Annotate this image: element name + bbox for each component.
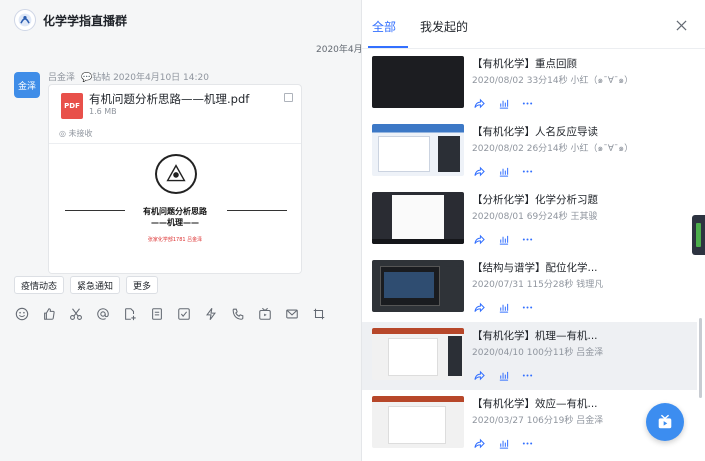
replay-item[interactable]: 【有机化学】重点回顾 2020/08/02 33分14秒 小红（๑¯∀¯๑） xyxy=(362,50,697,118)
file-status: ◎ 未接收 xyxy=(59,128,93,139)
replay-item[interactable]: 【结构与谱学】配位化学... 2020/07/31 115分28秒 钱理凡 xyxy=(362,254,697,322)
live-icon[interactable] xyxy=(257,306,272,321)
stats-icon[interactable] xyxy=(497,369,509,381)
stats-icon[interactable] xyxy=(497,165,509,177)
doc-icon[interactable] xyxy=(149,306,164,321)
preview-note: 张家化学部1781 吕金泽 xyxy=(147,237,203,243)
file-status-text: 未接收 xyxy=(68,129,93,138)
replay-actions xyxy=(473,301,533,313)
replay-thumbnail[interactable] xyxy=(372,56,464,108)
tab-underline xyxy=(368,46,408,48)
tab-initiated-by-me[interactable]: 我发起的 xyxy=(420,18,468,35)
mail-icon[interactable] xyxy=(284,306,299,321)
share-icon[interactable] xyxy=(473,97,485,109)
quick-action-urgent[interactable]: 紧急通知 xyxy=(70,276,121,294)
preview-subtitle: ——机理—— xyxy=(151,218,199,227)
replay-title[interactable]: 【有机化学】效应—有机... xyxy=(472,396,598,411)
replay-thumbnail[interactable] xyxy=(372,396,464,448)
replay-actions xyxy=(473,97,533,109)
scrollbar[interactable] xyxy=(699,318,702,398)
quick-action-more[interactable]: 更多 xyxy=(126,276,159,294)
more-icon[interactable] xyxy=(521,301,533,313)
replay-meta: 2020/08/02 33分14秒 小红（๑¯∀¯๑） xyxy=(472,76,634,86)
more-icon[interactable] xyxy=(521,233,533,245)
eye-icon: ◎ xyxy=(59,129,66,138)
at-icon[interactable] xyxy=(95,306,110,321)
chat-pane: 化学学指直播群 2020年4月 金泽 吕金泽 💬钻帖 2020年4月10日 14:… xyxy=(0,0,362,461)
replay-title[interactable]: 【结构与谱学】配位化学... xyxy=(472,260,598,275)
message-meta: 吕金泽 💬钻帖 2020年4月10日 14:20 xyxy=(48,70,209,83)
close-icon[interactable] xyxy=(676,20,687,31)
tv-icon xyxy=(658,414,672,429)
live-fab-button[interactable] xyxy=(646,403,684,441)
sender-name: 吕金泽 xyxy=(48,73,76,83)
more-icon[interactable] xyxy=(521,165,533,177)
pdf-icon: PDF xyxy=(61,93,83,119)
avatar[interactable]: 金泽 xyxy=(14,72,40,98)
replay-actions xyxy=(473,233,533,245)
more-icon[interactable] xyxy=(521,369,533,381)
check-icon[interactable] xyxy=(176,306,191,321)
emoji-icon[interactable] xyxy=(14,306,29,321)
replay-thumbnail[interactable] xyxy=(372,328,464,380)
more-icon[interactable] xyxy=(521,437,533,449)
replay-title[interactable]: 【分析化学】化学分析习题 xyxy=(472,192,598,207)
file-card[interactable]: PDF 有机问题分析思路——机理.pdf 1.6 MB ◎ 未接收 有机问题分析… xyxy=(48,84,302,274)
screenshot-icon[interactable] xyxy=(311,306,326,321)
replay-meta: 2020/08/01 69分24秒 王其骏 xyxy=(472,212,598,222)
tab-all[interactable]: 全部 xyxy=(372,18,396,35)
message-tag: 💬钻帖 2020年4月10日 14:20 xyxy=(81,73,209,83)
replay-actions xyxy=(473,437,533,449)
replay-thumbnail[interactable] xyxy=(372,192,464,244)
share-icon[interactable] xyxy=(473,369,485,381)
replay-thumbnail[interactable] xyxy=(372,260,464,312)
scissors-icon[interactable] xyxy=(68,306,83,321)
replay-meta: 2020/08/02 26分14秒 小红（๑¯∀¯๑） xyxy=(472,144,634,154)
quick-action-epidemic[interactable]: 疫情动态 xyxy=(14,276,65,294)
replay-actions xyxy=(473,369,533,381)
group-title: 化学学指直播群 xyxy=(43,13,128,28)
tab-bar: 全部 我发起的 xyxy=(362,0,705,49)
share-icon[interactable] xyxy=(473,233,485,245)
more-icon[interactable] xyxy=(521,97,533,109)
replay-meta: 2020/03/27 106分19秒 吕金泽 xyxy=(472,416,604,426)
replay-list: 【有机化学】重点回顾 2020/08/02 33分14秒 小红（๑¯∀¯๑） 【有机… xyxy=(362,50,705,461)
share-icon[interactable] xyxy=(473,437,485,449)
replay-thumbnail[interactable] xyxy=(372,124,464,176)
replay-item[interactable]: 【有机化学】机理—有机... 2020/04/10 100分11秒 吕金泽 xyxy=(362,322,697,390)
file-name[interactable]: 有机问题分析思路——机理.pdf xyxy=(89,91,249,107)
stats-icon[interactable] xyxy=(497,233,509,245)
date-separator: 2020年4月 xyxy=(316,45,362,55)
live-replay-panel: 全部 我发起的 【有机化学】重点回顾 2020/08/02 33分14秒 小红（๑… xyxy=(362,0,705,461)
replay-item[interactable]: 【有机化学】人名反应导读 2020/08/02 26分14秒 小红（๑¯∀¯๑） xyxy=(362,118,697,186)
replay-item[interactable]: 【分析化学】化学分析习题 2020/08/01 69分24秒 王其骏 xyxy=(362,186,697,254)
replay-title[interactable]: 【有机化学】机理—有机... xyxy=(472,328,598,343)
file-size: 1.6 MB xyxy=(89,107,117,116)
group-logo[interactable] xyxy=(14,9,36,31)
stats-icon[interactable] xyxy=(497,97,509,109)
lightning-icon[interactable] xyxy=(203,306,218,321)
university-emblem-icon xyxy=(155,154,197,194)
share-icon[interactable] xyxy=(473,301,485,313)
replay-title[interactable]: 【有机化学】重点回顾 xyxy=(472,56,577,71)
phone-icon[interactable] xyxy=(230,306,245,321)
replay-meta: 2020/07/31 115分28秒 钱理凡 xyxy=(472,280,604,290)
replay-meta: 2020/04/10 100分11秒 吕金泽 xyxy=(472,348,604,358)
replay-title[interactable]: 【有机化学】人名反应导读 xyxy=(472,124,598,139)
thumb-icon[interactable] xyxy=(41,306,56,321)
preview-title: 有机问题分析思路 xyxy=(143,207,207,216)
file-menu-icon[interactable] xyxy=(284,93,293,102)
side-drawer-handle[interactable] xyxy=(692,215,705,255)
share-icon[interactable] xyxy=(473,165,485,177)
quick-actions: 疫情动态 紧急通知 更多 xyxy=(14,276,159,294)
replay-actions xyxy=(473,165,533,177)
chat-header: 化学学指直播群 xyxy=(0,0,361,40)
file-preview[interactable]: 有机问题分析思路 ——机理—— 张家化学部1781 吕金泽 xyxy=(49,144,301,273)
file-upload-icon[interactable] xyxy=(122,306,137,321)
input-toolbar xyxy=(14,306,326,321)
stats-icon[interactable] xyxy=(497,301,509,313)
stats-icon[interactable] xyxy=(497,437,509,449)
